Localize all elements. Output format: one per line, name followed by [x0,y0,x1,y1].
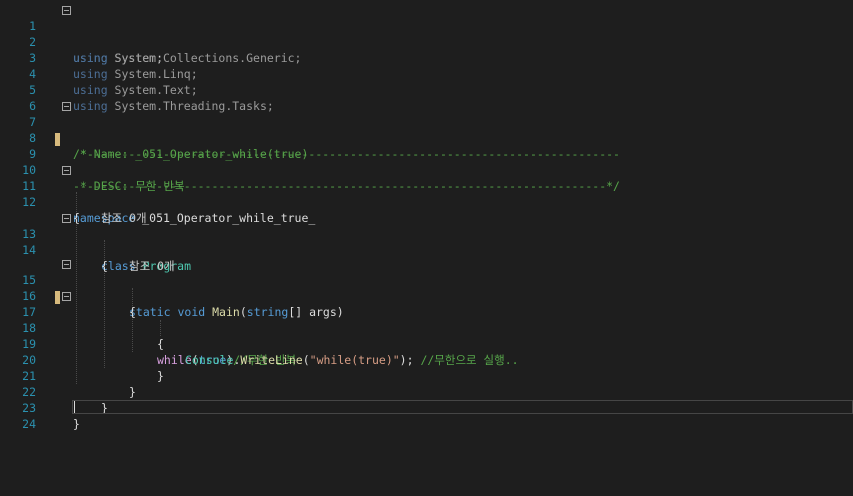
change-marker [55,291,60,304]
current-line-highlight [72,400,853,414]
text-caret [74,401,75,413]
brace: } [73,417,80,431]
collapse-icon[interactable] [62,260,71,269]
code-line-8[interactable]: 8 * Name: _051_Operator_while(true) [0,114,853,161]
code-line-9[interactable]: 9 * DESC: 무한 반복 [0,130,853,193]
code-line-21[interactable]: 21 } [0,352,853,399]
code-line-12[interactable]: 12 { [0,178,853,225]
code-line-13[interactable]: 13 class Program [0,210,853,273]
code-line-16[interactable]: 16 { [0,272,853,319]
code-line-23[interactable]: 23 } [0,384,853,431]
code-line-10[interactable]: 10 -------------------------------------… [0,146,853,193]
code-line-1[interactable]: 1 using System; [0,2,853,65]
line-number: 24 [22,417,36,431]
change-marker [55,133,60,146]
code-line-5[interactable]: 5 using System.Threading.Tasks; [0,66,853,113]
code-line-18[interactable]: 18 { [0,304,853,351]
code-line-19[interactable]: 19 Console.WriteLine("while(true)"); //무… [0,320,853,367]
code-line-22[interactable]: 22 } [0,368,853,415]
collapse-icon[interactable] [62,292,71,301]
codelens-references[interactable]: 참조 0개 [0,194,853,225]
code-line-11[interactable]: 11 namespace _051_Operator_while_true_ [0,162,853,225]
code-line-14[interactable]: 14 { [0,226,853,273]
code-editor[interactable]: 1 using System; 2 using System.Collectio… [0,0,853,496]
code-line-6[interactable]: 6 [0,82,853,113]
collapse-icon[interactable] [62,6,71,15]
collapse-icon[interactable] [62,166,71,175]
code-line-15[interactable]: 15 static void Main(string[] args) [0,256,853,319]
code-line-7[interactable]: 7 /*------------------------------------… [0,98,853,161]
code-line-17[interactable]: 17 while(true)//무한 반복 [0,288,853,367]
code-line-3[interactable]: 3 using System.Linq; [0,34,853,81]
code-line-2[interactable]: 2 using System.Collections.Generic; [0,18,853,65]
collapse-icon[interactable] [62,102,71,111]
code-line-4[interactable]: 4 using System.Text; [0,50,853,97]
collapse-icon[interactable] [62,214,71,223]
code-line-20[interactable]: 20 } [0,336,853,383]
